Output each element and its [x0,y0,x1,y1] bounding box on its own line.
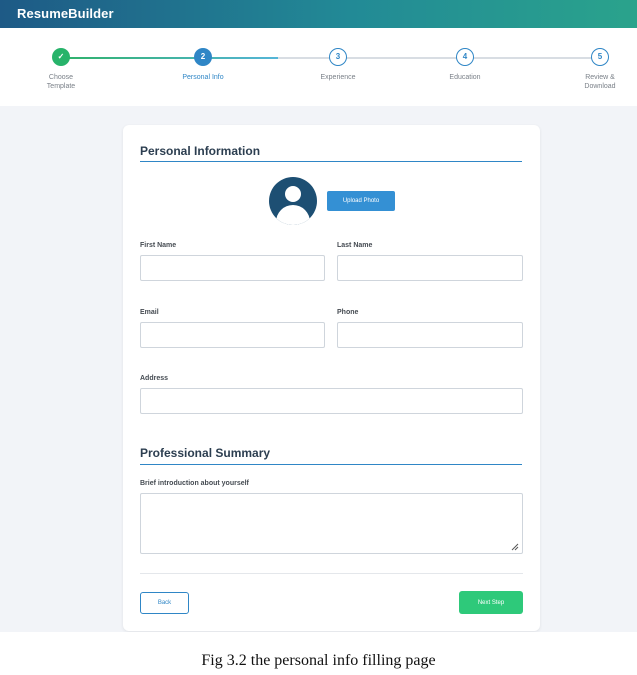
personal-info-heading-rule [140,161,522,162]
step-education[interactable]: 4 Education [415,48,515,82]
professional-summary-heading-rule [140,464,522,465]
step-1-check-icon: ✓ [52,48,70,66]
step-experience[interactable]: 3 Experience [288,48,388,82]
figure-caption: Fig 3.2 the personal info filling page [201,652,436,669]
step-4-number: 4 [456,48,474,66]
last-name-field[interactable] [337,255,523,281]
step-4-label: Education [449,74,481,81]
address-field[interactable] [140,388,523,414]
address-label: Address [140,375,169,382]
summary-label: Brief introduction about yourself [140,480,249,487]
form-actions-divider [140,573,523,574]
phone-field[interactable] [337,322,523,348]
summary-textarea[interactable] [140,493,523,554]
professional-summary-heading: Professional Summary [140,446,271,460]
personal-info-heading: Personal Information [140,144,261,158]
upload-photo-button[interactable]: Upload Photo [327,191,395,211]
step-3-label: Experience [320,74,356,81]
screenshot: ResumeBuilder ✓ Choose Template 2 Person… [0,0,637,632]
email-field[interactable] [140,322,325,348]
step-5-label: Review & Download [584,74,616,90]
avatar-body-shape [276,205,310,225]
step-3-number: 3 [329,48,347,66]
step-1-label: Choose Template [46,74,76,90]
step-2-label: Personal Info [182,74,224,81]
last-name-label: Last Name [337,242,373,249]
phone-label: Phone [337,309,359,316]
step-review-download[interactable]: 5 Review & Download [550,48,637,91]
first-name-field[interactable] [140,255,325,281]
back-button[interactable]: Back [140,592,189,614]
avatar-head-shape [285,186,301,202]
first-name-label: First Name [140,242,177,249]
user-avatar-icon [269,177,317,225]
step-5-number: 5 [591,48,609,66]
app-header: ResumeBuilder [0,0,637,28]
step-choose-template[interactable]: ✓ Choose Template [11,48,111,91]
resize-handle-icon[interactable] [510,542,519,551]
next-step-button[interactable]: Next Step [459,591,523,614]
step-personal-info[interactable]: 2 Personal Info [153,48,253,82]
brand-logo[interactable]: ResumeBuilder [17,6,114,21]
email-label: Email [140,309,159,316]
personal-info-form-card: Personal Information Upload Photo First … [123,125,540,631]
step-2-number: 2 [194,48,212,66]
progress-stepper: ✓ Choose Template 2 Personal Info 3 Expe… [0,28,637,106]
